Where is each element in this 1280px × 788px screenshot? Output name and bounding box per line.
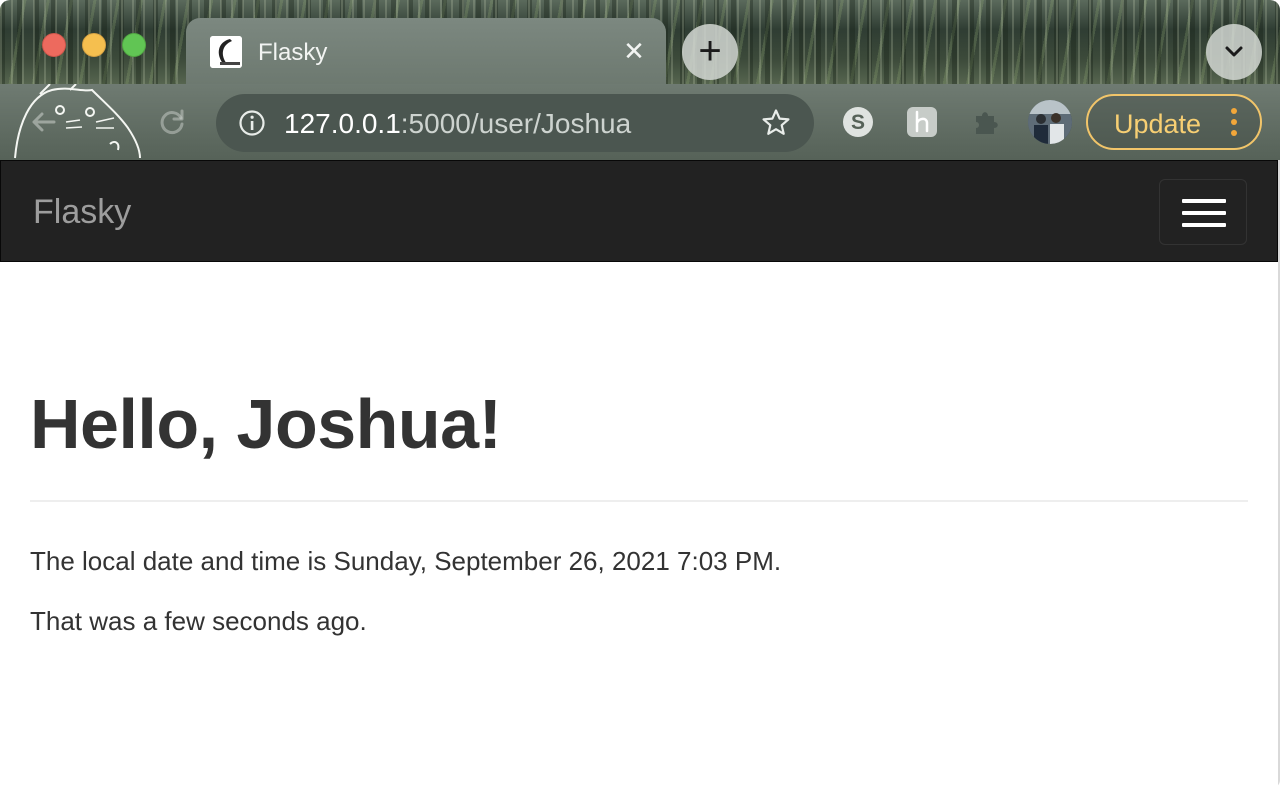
back-button[interactable] [24, 102, 64, 142]
page-content: Hello, Joshua! The local date and time i… [0, 262, 1280, 788]
svg-text:S: S [851, 111, 865, 134]
maximize-window-button[interactable] [122, 33, 146, 57]
update-button[interactable]: Update [1086, 94, 1262, 150]
url-host: 127.0.0.1 [284, 108, 401, 139]
new-tab-button[interactable]: + [682, 24, 738, 80]
page-title: Hello, Joshua! [30, 385, 502, 463]
more-menu-icon[interactable] [1230, 108, 1238, 138]
profile-avatar[interactable] [1028, 100, 1072, 144]
navbar-brand[interactable]: Flasky [33, 193, 131, 232]
tab-search-button[interactable] [1206, 24, 1262, 80]
reload-icon [160, 109, 184, 134]
honey-extension-icon[interactable] [906, 106, 938, 138]
site-navbar: Flasky [0, 160, 1278, 262]
back-arrow-icon [32, 112, 56, 132]
star-icon[interactable] [760, 107, 792, 139]
navbar-toggle-button[interactable] [1159, 179, 1247, 245]
local-time-text: The local date and time is Sunday, Septe… [30, 546, 782, 576]
page-header: Hello, Joshua! [30, 384, 1248, 502]
relative-time-text: That was a few seconds ago. [30, 606, 367, 636]
tab-title: Flasky [258, 39, 328, 66]
puzzle-icon[interactable] [970, 106, 1002, 138]
browser-window: Flasky ✕ + 127.0.0.1:5000/user/Joshua S … [0, 0, 1280, 788]
info-icon[interactable] [238, 109, 266, 137]
close-window-button[interactable] [42, 33, 66, 57]
tab-strip: Flasky ✕ + [0, 0, 1280, 84]
close-tab-icon[interactable]: ✕ [618, 35, 650, 67]
avatar-photo [1028, 100, 1072, 144]
address-bar[interactable]: 127.0.0.1:5000/user/Joshua [216, 94, 814, 152]
hamburger-icon [1182, 199, 1226, 203]
url-path: :5000/user/Joshua [400, 108, 632, 139]
url-text[interactable]: 127.0.0.1:5000/user/Joshua [284, 108, 631, 140]
reload-button[interactable] [152, 102, 192, 142]
favicon-icon [210, 36, 242, 68]
tab-flasky[interactable]: Flasky ✕ [186, 18, 666, 84]
update-label: Update [1114, 109, 1202, 139]
chevron-down-icon [1225, 46, 1243, 57]
browser-toolbar: 127.0.0.1:5000/user/Joshua S Update [0, 84, 1280, 160]
skype-extension-icon[interactable]: S [842, 106, 874, 138]
minimize-window-button[interactable] [82, 33, 106, 57]
